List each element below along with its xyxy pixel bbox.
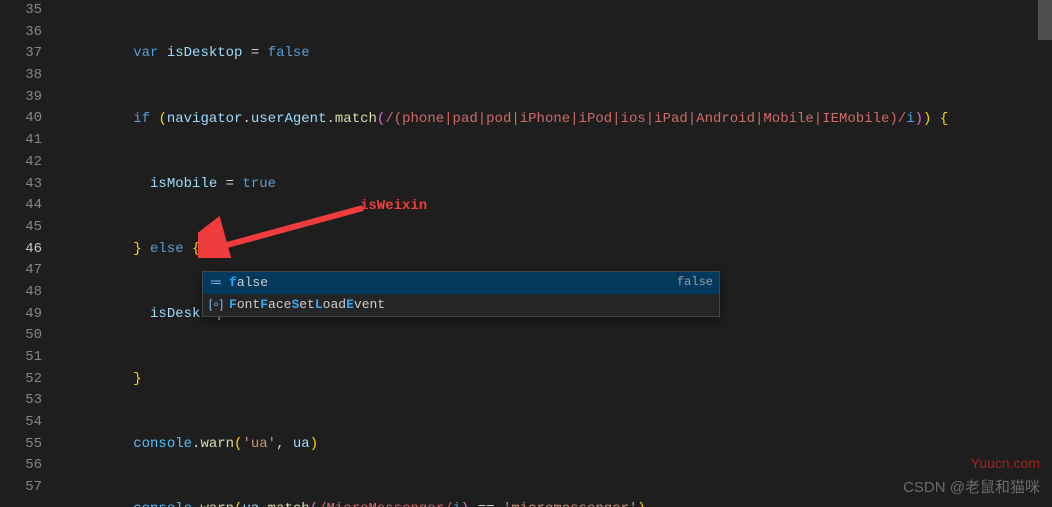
watermark-csdn: CSDN @老鼠和猫咪: [903, 477, 1040, 499]
line-number: 56: [0, 455, 58, 477]
autocomplete-item-selected[interactable]: ≔ false false: [203, 272, 719, 294]
watermark-url: Yuucn.com: [971, 453, 1040, 475]
line-number: 37: [0, 43, 58, 65]
scroll-thumb[interactable]: [1038, 0, 1052, 40]
autocomplete-item[interactable]: [∘] FontFaceSetLoadEvent: [203, 294, 719, 316]
line-number: 36: [0, 22, 58, 44]
code-line: isMobile = true: [66, 174, 1052, 196]
line-number: 50: [0, 325, 58, 347]
code-line: var isDesktop = false: [66, 43, 1052, 65]
keyword-icon: ≔: [207, 272, 225, 294]
line-number: 39: [0, 87, 58, 109]
line-number: 53: [0, 390, 58, 412]
vertical-scrollbar[interactable]: [1038, 0, 1052, 507]
line-number: 40: [0, 108, 58, 130]
code-line: if (navigator.userAgent.match(/(phone|pa…: [66, 109, 1052, 131]
line-number: 54: [0, 412, 58, 434]
code-line: }: [66, 369, 1052, 391]
line-number: 35: [0, 0, 58, 22]
code-area[interactable]: var isDesktop = false if (navigator.user…: [58, 0, 1052, 507]
line-number: 48: [0, 282, 58, 304]
line-number: 51: [0, 347, 58, 369]
autocomplete-detail: false: [677, 272, 713, 294]
line-number-gutter: 35 36 37 38 39 40 41 42 43 44 45 46 47 4…: [0, 0, 58, 507]
line-number: 42: [0, 152, 58, 174]
line-number: 49: [0, 304, 58, 326]
line-number: 55: [0, 434, 58, 456]
line-number: 44: [0, 195, 58, 217]
line-number-active: 46: [0, 239, 58, 261]
code-editor[interactable]: 35 36 37 38 39 40 41 42 43 44 45 46 47 4…: [0, 0, 1052, 507]
autocomplete-popup[interactable]: ≔ false false [∘] FontFaceSetLoadEvent: [202, 271, 720, 317]
code-line: } else {: [66, 239, 1052, 261]
line-number: 45: [0, 217, 58, 239]
autocomplete-label: false: [229, 272, 677, 294]
annotation-label: isWeixin: [360, 196, 427, 218]
line-number: 52: [0, 369, 58, 391]
line-number: 47: [0, 260, 58, 282]
text-cursor: [206, 240, 208, 258]
code-line: console.warn(ua.match(/MicroMessenger/i)…: [66, 499, 1052, 507]
line-number: 38: [0, 65, 58, 87]
variable-icon: [∘]: [207, 294, 225, 316]
line-number: 57: [0, 477, 58, 499]
code-line: console.warn('ua', ua): [66, 434, 1052, 456]
line-number: 43: [0, 174, 58, 196]
line-number: 41: [0, 130, 58, 152]
autocomplete-label: FontFaceSetLoadEvent: [229, 294, 713, 316]
